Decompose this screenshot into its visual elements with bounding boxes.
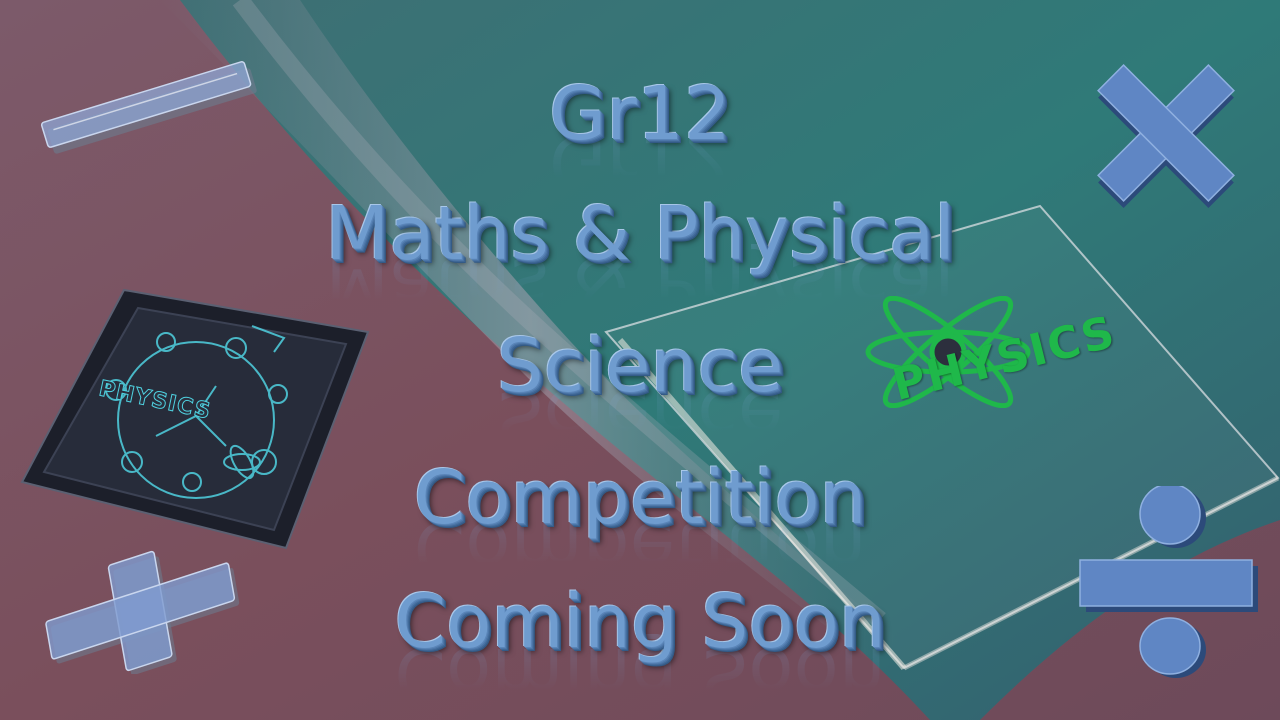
slide: PHYSICS PHYSICS Gr12 Gr12 Maths & Physic… [0,0,1280,720]
title-line-4: Competition [413,455,867,541]
title-line-3: Science [496,323,784,409]
title-line-1: Gr12 [549,71,731,157]
title-line-5: Coming Soon [394,579,886,665]
title-line-2: Maths & Physical [325,191,955,277]
